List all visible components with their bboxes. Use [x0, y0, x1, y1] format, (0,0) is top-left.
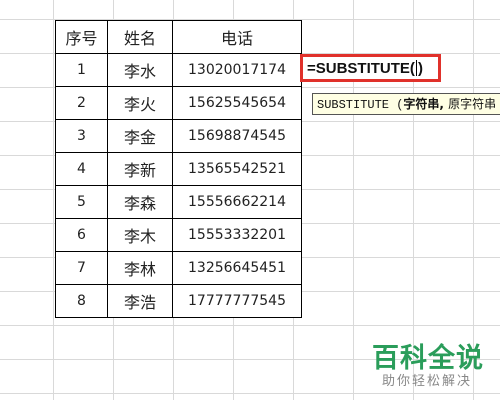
cell-phone[interactable]: 15625545654 — [172, 86, 302, 120]
text-cursor — [415, 60, 417, 76]
cell-number[interactable]: 8 — [55, 284, 108, 318]
cell-name[interactable]: 李浩 — [107, 284, 173, 318]
table-row: 1 李水 13020017174 — [55, 53, 302, 87]
header-cell-phone[interactable]: 电话 — [172, 20, 302, 54]
cell-number[interactable]: 5 — [55, 185, 108, 219]
function-hint-tooltip: SUBSTITUTE (字符串, 原字符串 — [312, 93, 500, 115]
header-cell-number[interactable]: 序号 — [55, 20, 108, 54]
table-row: 3 李金 15698874545 — [55, 119, 302, 153]
formula-text: =SUBSTITUTE( — [307, 59, 415, 77]
data-table: 序号 姓名 电话 1 李水 13020017174 2 李火 156255456… — [55, 20, 302, 318]
tooltip-current-arg: 字符串, — [403, 97, 449, 111]
cell-name[interactable]: 李水 — [107, 53, 173, 87]
formula-closing-paren: ) — [417, 59, 423, 77]
cell-number[interactable]: 3 — [55, 119, 108, 153]
table-row: 8 李浩 17777777545 — [55, 284, 302, 318]
table-header-row: 序号 姓名 电话 — [55, 20, 302, 54]
watermark-slogan: 助你轻松解决 — [382, 374, 473, 389]
cell-number[interactable]: 6 — [55, 218, 108, 252]
active-formula-cell[interactable]: =SUBSTITUTE() — [300, 54, 441, 82]
cell-phone[interactable]: 15698874545 — [172, 119, 302, 153]
cell-name[interactable]: 李新 — [107, 152, 173, 186]
header-cell-name[interactable]: 姓名 — [107, 20, 173, 54]
tooltip-next-arg: 原字符串 — [448, 98, 497, 112]
table-row: 2 李火 15625545654 — [55, 86, 302, 120]
cell-name[interactable]: 李火 — [107, 86, 173, 120]
cell-number[interactable]: 2 — [55, 86, 108, 120]
cell-number[interactable]: 4 — [55, 152, 108, 186]
cell-name[interactable]: 李森 — [107, 185, 173, 219]
cell-number[interactable]: 1 — [55, 53, 108, 87]
watermark: 百科全说 助你轻松解决 — [368, 336, 500, 400]
cell-name[interactable]: 李林 — [107, 251, 173, 285]
cell-phone[interactable]: 15553332201 — [172, 218, 302, 252]
table-row: 7 李林 13256645451 — [55, 251, 302, 285]
cell-phone[interactable]: 13565542521 — [172, 152, 302, 186]
table-row: 5 李森 15556662214 — [55, 185, 302, 219]
cell-phone[interactable]: 13256645451 — [172, 251, 302, 285]
cell-name[interactable]: 李金 — [107, 119, 173, 153]
cell-phone[interactable]: 15556662214 — [172, 185, 302, 219]
cell-name[interactable]: 李木 — [107, 218, 173, 252]
cell-number[interactable]: 7 — [55, 251, 108, 285]
tooltip-function-name: SUBSTITUTE ( — [317, 98, 404, 112]
cell-phone[interactable]: 13020017174 — [172, 53, 302, 87]
table-row: 6 李木 15553332201 — [55, 218, 302, 252]
cell-phone[interactable]: 17777777545 — [172, 284, 302, 318]
table-row: 4 李新 13565542521 — [55, 152, 302, 186]
